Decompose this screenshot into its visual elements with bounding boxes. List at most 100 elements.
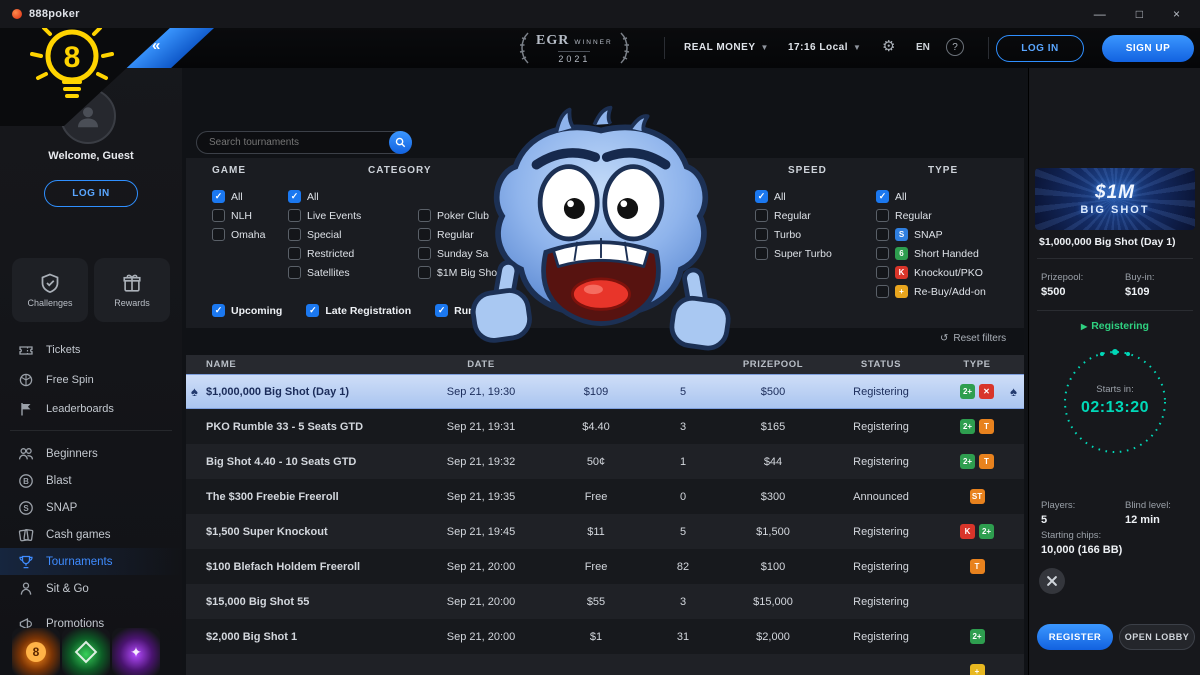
category-filter-option[interactable]: Restricted xyxy=(288,247,361,260)
maximize-button[interactable]: □ xyxy=(1136,7,1143,21)
register-button[interactable]: REGISTER xyxy=(1037,624,1113,650)
table-row[interactable]: PKO Rumble 33 - 5 Seats GTD Sep 21, 19:3… xyxy=(186,409,1024,444)
type-filter-option[interactable]: S SNAP xyxy=(876,228,986,241)
speed-filter-option[interactable]: Regular xyxy=(755,209,832,222)
checkbox[interactable] xyxy=(306,304,319,317)
big-shot-promo-banner[interactable]: $1M BIG SHOT xyxy=(1035,168,1195,230)
game-tile-orange[interactable]: 8 xyxy=(12,628,60,675)
column-header-date[interactable]: DATE xyxy=(422,359,540,370)
status-filter-option[interactable]: Upcoming xyxy=(212,304,282,317)
game-filter-option[interactable]: NLH xyxy=(212,209,265,222)
game-filter-option[interactable]: All xyxy=(212,190,265,203)
checkbox[interactable] xyxy=(876,285,889,298)
checkbox[interactable] xyxy=(755,228,768,241)
category-filter-option[interactable]: All xyxy=(288,190,361,203)
sidebar-item-sit-and-go[interactable]: Sit & Go xyxy=(0,575,182,602)
search-button[interactable] xyxy=(389,131,412,154)
game-filter-option[interactable]: Omaha xyxy=(212,228,265,241)
checkbox[interactable] xyxy=(418,228,431,241)
type-filter-option[interactable]: K Knockout/PKO xyxy=(876,266,986,279)
sidebar-item-blast[interactable]: B Blast xyxy=(0,467,182,494)
sidebar-item-beginners[interactable]: Beginners xyxy=(0,440,182,467)
table-row[interactable]: The $300 Freebie Freeroll Sep 21, 19:35 … xyxy=(186,479,1024,514)
speed-filter-option[interactable]: All xyxy=(755,190,832,203)
checkbox[interactable] xyxy=(435,304,448,317)
rewards-tile[interactable]: Rewards xyxy=(94,258,170,322)
checkbox[interactable] xyxy=(288,266,301,279)
game-tile-purple[interactable]: ✦ xyxy=(112,628,160,675)
checkbox[interactable] xyxy=(212,228,225,241)
filter-label: Upcoming xyxy=(231,305,282,317)
table-options-button[interactable] xyxy=(1039,568,1065,594)
type-filter-option[interactable]: + Re-Buy/Add-on xyxy=(876,285,986,298)
game-tile-green[interactable] xyxy=(62,628,110,675)
checkbox[interactable] xyxy=(418,209,431,222)
sidebar-item-leaderboards[interactable]: Leaderboards xyxy=(0,395,182,423)
speed-filter-option[interactable]: Super Turbo xyxy=(755,247,832,260)
column-header-prizepool[interactable]: PRIZEPOOL xyxy=(714,359,832,370)
table-row[interactable]: $1,500 Super Knockout Sep 21, 19:45 $11 … xyxy=(186,514,1024,549)
sidebar-item-snap[interactable]: S SNAP xyxy=(0,494,182,521)
checkbox[interactable] xyxy=(876,228,889,241)
sidebar-item-free-spin[interactable]: Free Spin xyxy=(0,366,182,394)
table-row[interactable]: Big Shot 4.40 - 10 Seats GTD Sep 21, 19:… xyxy=(186,444,1024,479)
category-filter-option[interactable]: Poker Club xyxy=(418,209,497,222)
table-row[interactable]: $2,000 Big Shot 1 Sep 21, 20:00 $1 31 $2… xyxy=(186,619,1024,654)
sidebar-item-cash-games[interactable]: Cash games xyxy=(0,521,182,548)
type-badge: 2+ xyxy=(979,524,994,539)
category-filter-option[interactable]: Special xyxy=(288,228,361,241)
minimize-button[interactable]: — xyxy=(1094,7,1106,21)
table-row[interactable]: ♠ $1,000,000 Big Shot (Day 1) Sep 21, 19… xyxy=(186,374,1024,409)
checkbox[interactable] xyxy=(418,266,431,279)
table-row[interactable]: $15,000 Big Shot 55 Sep 21, 20:00 $55 3 … xyxy=(186,584,1024,619)
open-lobby-button[interactable]: OPEN LOBBY xyxy=(1119,624,1195,650)
login-button[interactable]: LOG IN xyxy=(996,35,1084,62)
column-header-status[interactable]: STATUS xyxy=(832,359,930,370)
search-input[interactable] xyxy=(209,137,389,148)
checkbox[interactable] xyxy=(876,190,889,203)
close-button[interactable]: × xyxy=(1173,7,1180,21)
checkbox[interactable] xyxy=(755,209,768,222)
clock-dropdown[interactable]: 17:16 Local▼ xyxy=(788,42,861,53)
money-mode-dropdown[interactable]: REAL MONEY▼ xyxy=(684,42,769,53)
category-filter-option[interactable]: $1M Big Sho xyxy=(418,266,497,279)
type-filter-option[interactable]: 6 Short Handed xyxy=(876,247,986,260)
signup-button[interactable]: SIGN UP xyxy=(1102,35,1194,62)
checkbox[interactable] xyxy=(212,304,225,317)
table-row[interactable]: + xyxy=(186,654,1024,675)
speed-filter-option[interactable]: Turbo xyxy=(755,228,832,241)
sidebar-item-tickets[interactable]: Tickets xyxy=(0,336,182,364)
category-filter-option[interactable]: Regular xyxy=(418,228,497,241)
checkbox[interactable] xyxy=(288,209,301,222)
help-button[interactable]: ? xyxy=(946,38,964,56)
challenges-tile[interactable]: Challenges xyxy=(12,258,88,322)
checkbox[interactable] xyxy=(212,209,225,222)
checkbox[interactable] xyxy=(876,266,889,279)
table-row[interactable]: $100 Blefach Holdem Freeroll Sep 21, 20:… xyxy=(186,549,1024,584)
category-filter-option[interactable]: Live Events xyxy=(288,209,361,222)
sidebar-item-label: Sit & Go xyxy=(46,583,89,595)
type-filter-option[interactable]: All xyxy=(876,190,986,203)
checkbox[interactable] xyxy=(418,247,431,260)
settings-gear-icon[interactable]: ⚙ xyxy=(882,37,895,55)
category-filter-option[interactable]: Sunday Sa xyxy=(418,247,497,260)
checkbox[interactable] xyxy=(755,190,768,203)
checkbox[interactable] xyxy=(876,247,889,260)
checkbox[interactable] xyxy=(876,209,889,222)
sidebar-login-button[interactable]: LOG IN xyxy=(44,180,138,207)
status-filter-option[interactable]: Runni xyxy=(435,304,484,317)
column-header-name[interactable]: NAME xyxy=(186,359,422,370)
language-selector[interactable]: EN xyxy=(916,42,930,53)
type-filter-option[interactable]: Regular xyxy=(876,209,986,222)
checkbox[interactable] xyxy=(212,190,225,203)
checkbox[interactable] xyxy=(755,247,768,260)
checkbox[interactable] xyxy=(288,228,301,241)
reset-filters-button[interactable]: ↺ Reset filters xyxy=(940,333,1006,344)
column-header-type[interactable]: TYPE xyxy=(930,359,1024,370)
tournament-prizepool: $1,500 xyxy=(714,526,832,538)
status-filter-option[interactable]: Late Registration xyxy=(306,304,411,317)
sidebar-item-tournaments[interactable]: Tournaments xyxy=(0,548,182,575)
checkbox[interactable] xyxy=(288,190,301,203)
category-filter-option[interactable]: Satellites xyxy=(288,266,361,279)
checkbox[interactable] xyxy=(288,247,301,260)
